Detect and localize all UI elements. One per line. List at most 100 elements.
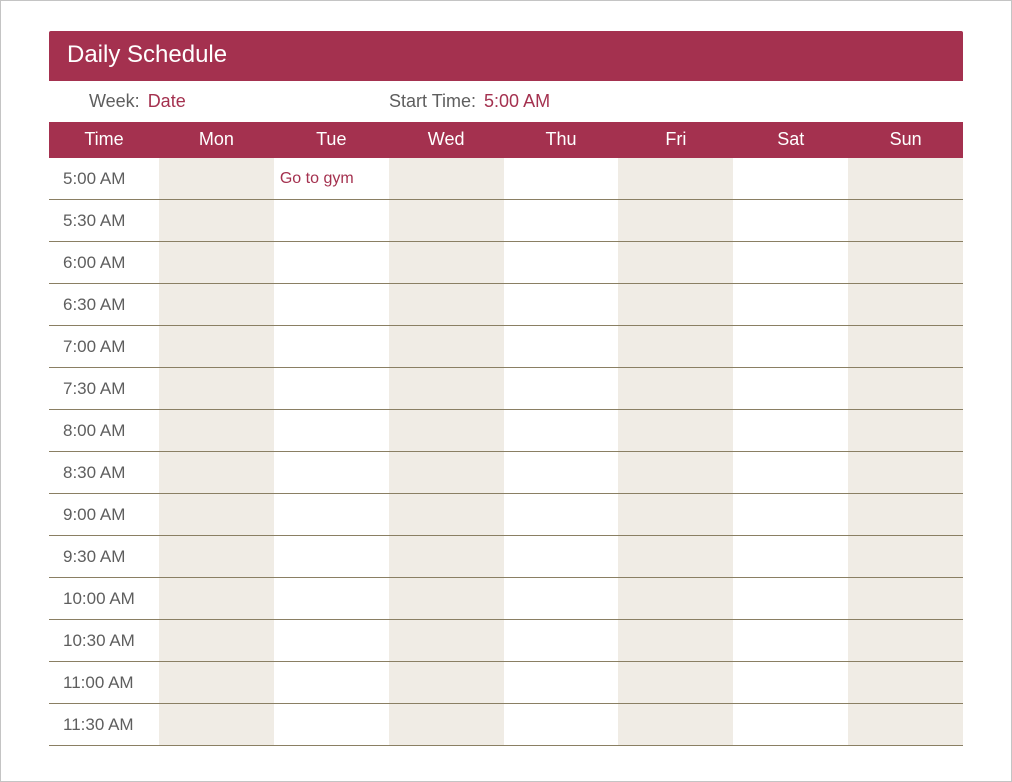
schedule-cell[interactable] xyxy=(733,326,848,367)
schedule-cell[interactable] xyxy=(504,662,619,703)
schedule-cell[interactable] xyxy=(389,242,504,283)
schedule-cell[interactable] xyxy=(504,704,619,745)
schedule-cell[interactable] xyxy=(618,620,733,661)
schedule-cell[interactable] xyxy=(274,620,389,661)
schedule-cell[interactable] xyxy=(504,284,619,325)
schedule-cell[interactable] xyxy=(618,368,733,409)
schedule-cell[interactable] xyxy=(618,326,733,367)
schedule-cell[interactable] xyxy=(733,452,848,493)
schedule-cell[interactable] xyxy=(389,662,504,703)
schedule-cell[interactable] xyxy=(618,200,733,241)
schedule-cell[interactable] xyxy=(733,662,848,703)
schedule-cell[interactable] xyxy=(159,200,274,241)
schedule-cell[interactable] xyxy=(389,410,504,451)
schedule-cell[interactable] xyxy=(389,494,504,535)
schedule-cell[interactable] xyxy=(389,158,504,199)
schedule-cell[interactable] xyxy=(733,620,848,661)
schedule-cell[interactable] xyxy=(389,200,504,241)
schedule-cell[interactable] xyxy=(159,452,274,493)
schedule-cell[interactable] xyxy=(848,326,963,367)
schedule-cell[interactable] xyxy=(504,158,619,199)
schedule-cell[interactable] xyxy=(274,452,389,493)
schedule-cell[interactable] xyxy=(848,536,963,577)
schedule-cell[interactable] xyxy=(618,284,733,325)
schedule-cell[interactable] xyxy=(504,452,619,493)
schedule-cell[interactable] xyxy=(848,368,963,409)
schedule-cell[interactable] xyxy=(274,368,389,409)
schedule-cell[interactable] xyxy=(274,662,389,703)
schedule-cell[interactable] xyxy=(848,704,963,745)
schedule-cell[interactable] xyxy=(159,242,274,283)
schedule-cell[interactable] xyxy=(733,578,848,619)
schedule-cell[interactable] xyxy=(389,704,504,745)
schedule-cell[interactable] xyxy=(504,242,619,283)
schedule-cell[interactable] xyxy=(389,536,504,577)
schedule-cell[interactable] xyxy=(848,242,963,283)
schedule-cell[interactable] xyxy=(618,578,733,619)
schedule-cell[interactable] xyxy=(848,494,963,535)
schedule-cell[interactable] xyxy=(848,452,963,493)
schedule-cell[interactable] xyxy=(848,410,963,451)
schedule-cell[interactable] xyxy=(733,200,848,241)
week-value[interactable]: Date xyxy=(148,91,186,112)
schedule-cell[interactable] xyxy=(733,410,848,451)
schedule-cell[interactable] xyxy=(389,368,504,409)
schedule-cell[interactable] xyxy=(504,410,619,451)
schedule-cell[interactable] xyxy=(159,326,274,367)
schedule-cell[interactable] xyxy=(733,284,848,325)
schedule-cell[interactable] xyxy=(389,452,504,493)
schedule-cell[interactable] xyxy=(274,200,389,241)
schedule-cell[interactable] xyxy=(504,326,619,367)
schedule-cell[interactable] xyxy=(159,578,274,619)
schedule-cell[interactable] xyxy=(159,494,274,535)
schedule-cell[interactable] xyxy=(504,536,619,577)
schedule-cell[interactable] xyxy=(733,368,848,409)
schedule-cell[interactable] xyxy=(274,536,389,577)
schedule-cell[interactable] xyxy=(733,242,848,283)
schedule-cell[interactable] xyxy=(504,494,619,535)
schedule-cell[interactable] xyxy=(618,494,733,535)
schedule-cell[interactable] xyxy=(848,620,963,661)
schedule-cell[interactable] xyxy=(618,536,733,577)
schedule-cell[interactable] xyxy=(159,662,274,703)
schedule-cell[interactable] xyxy=(274,284,389,325)
schedule-cell[interactable] xyxy=(733,158,848,199)
schedule-cell[interactable] xyxy=(618,452,733,493)
schedule-cell[interactable] xyxy=(389,284,504,325)
schedule-cell[interactable] xyxy=(618,242,733,283)
schedule-cell[interactable] xyxy=(733,494,848,535)
schedule-cell[interactable] xyxy=(389,578,504,619)
start-time-value[interactable]: 5:00 AM xyxy=(484,91,550,112)
schedule-cell[interactable] xyxy=(159,704,274,745)
schedule-cell[interactable] xyxy=(159,620,274,661)
schedule-cell[interactable] xyxy=(274,326,389,367)
schedule-cell[interactable] xyxy=(274,578,389,619)
schedule-cell[interactable] xyxy=(848,284,963,325)
schedule-cell[interactable] xyxy=(159,368,274,409)
schedule-cell[interactable] xyxy=(159,158,274,199)
schedule-cell[interactable] xyxy=(159,410,274,451)
schedule-cell[interactable] xyxy=(733,536,848,577)
schedule-cell[interactable] xyxy=(159,284,274,325)
schedule-cell[interactable] xyxy=(618,662,733,703)
schedule-cell[interactable] xyxy=(848,200,963,241)
schedule-cell[interactable] xyxy=(389,326,504,367)
schedule-cell[interactable] xyxy=(848,578,963,619)
schedule-cell[interactable] xyxy=(618,158,733,199)
schedule-cell[interactable] xyxy=(618,704,733,745)
schedule-cell[interactable] xyxy=(848,158,963,199)
schedule-cell[interactable] xyxy=(733,704,848,745)
schedule-cell[interactable] xyxy=(274,242,389,283)
schedule-cell[interactable] xyxy=(274,410,389,451)
schedule-cell[interactable] xyxy=(274,494,389,535)
schedule-cell[interactable] xyxy=(504,578,619,619)
schedule-cell[interactable] xyxy=(504,368,619,409)
schedule-cell[interactable] xyxy=(848,662,963,703)
schedule-cell[interactable] xyxy=(159,536,274,577)
schedule-cell[interactable] xyxy=(504,200,619,241)
schedule-cell[interactable] xyxy=(504,620,619,661)
schedule-cell[interactable]: Go to gym xyxy=(274,158,389,199)
schedule-cell[interactable] xyxy=(618,410,733,451)
schedule-cell[interactable] xyxy=(389,620,504,661)
schedule-cell[interactable] xyxy=(274,704,389,745)
